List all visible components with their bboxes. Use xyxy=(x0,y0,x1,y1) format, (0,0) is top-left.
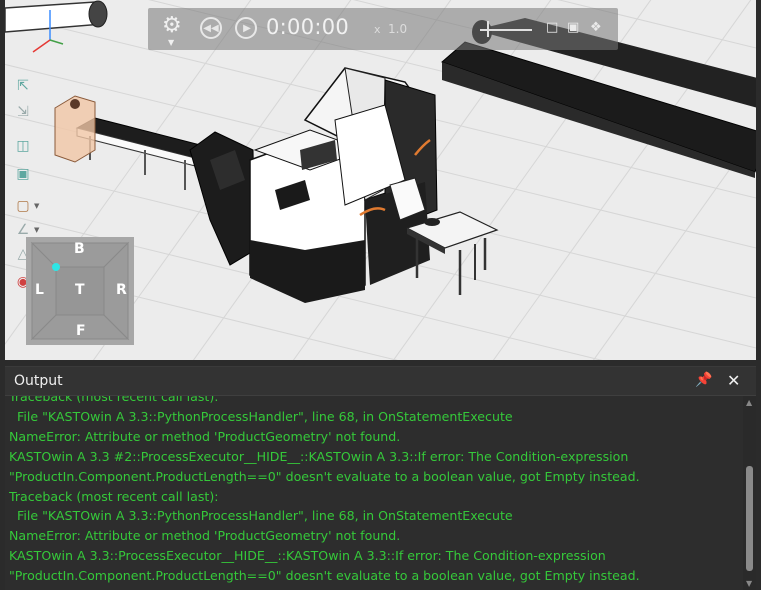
log-line: NameError: Attribute or method 'ProductG… xyxy=(9,528,401,544)
fit-selection-icon[interactable]: ⇲ xyxy=(12,102,34,122)
3d-viewport[interactable]: ⚙ ▼ ◀◀ ▶ 0:00:00 x 1.0 □ ▣ ❖ ⇱ ⇲ ◫ ▣ ▢ ▼ … xyxy=(5,0,756,360)
perspective-icon[interactable]: ▣ xyxy=(12,164,34,184)
log-line: KASTOwin A 3.3 #2::ProcessExecutor__HIDE… xyxy=(9,448,629,464)
view-cube-left[interactable]: L xyxy=(35,282,44,298)
speed-prefix: x xyxy=(374,23,381,36)
play-icon: ▶ xyxy=(243,22,251,34)
log-line: Traceback (most recent call last): xyxy=(9,396,219,404)
log-line: "ProductIn.Component.ProductLength==0" d… xyxy=(9,568,640,584)
scroll-up-icon[interactable]: ▲ xyxy=(746,398,752,407)
scroll-down-icon[interactable]: ▼ xyxy=(746,579,752,588)
render-mode-icon[interactable]: ▢ ▼ xyxy=(12,196,39,216)
scrollbar-thumb[interactable] xyxy=(746,466,753,571)
video-camera-icon[interactable]: ▣ xyxy=(567,20,579,35)
split-view-icon[interactable]: ◫ xyxy=(12,136,34,156)
output-log[interactable]: Traceback (most recent call last): File … xyxy=(9,396,739,590)
chevron-down-icon: ▼ xyxy=(34,202,40,210)
output-panel: Output 📌 ✕ Traceback (most recent call l… xyxy=(5,366,756,590)
chevron-down-icon: ▼ xyxy=(34,226,40,234)
rewind-button[interactable]: ◀◀ xyxy=(200,17,222,39)
simulation-time: 0:00:00 xyxy=(266,15,350,39)
view-cube[interactable]: B T F L R xyxy=(26,237,134,345)
play-button[interactable]: ▶ xyxy=(235,17,257,39)
network-icon[interactable]: ❖ xyxy=(590,20,602,35)
log-line: Traceback (most recent call last): xyxy=(9,488,219,504)
view-cube-top[interactable]: T xyxy=(75,282,85,298)
output-panel-header: Output 📌 ✕ xyxy=(5,367,756,396)
speed-slider-handle[interactable] xyxy=(487,21,489,37)
view-cube-right[interactable]: R xyxy=(116,282,127,298)
pdf-icon[interactable]: □ xyxy=(546,20,558,35)
pipe-top-left xyxy=(5,0,108,33)
speed-value[interactable]: 1.0 xyxy=(388,22,407,36)
close-icon[interactable]: ✕ xyxy=(727,371,740,390)
output-panel-title: Output xyxy=(14,373,63,389)
log-line: NameError: Attribute or method 'ProductG… xyxy=(9,428,401,444)
fit-all-icon[interactable]: ⇱ xyxy=(12,76,34,96)
log-line: File "KASTOwin A 3.3::PythonProcessHandl… xyxy=(9,408,513,424)
loading-station-box xyxy=(54,95,96,163)
chip-conveyor xyxy=(189,131,256,266)
log-line: File "KASTOwin A 3.3::PythonProcessHandl… xyxy=(9,508,513,524)
app-window: ⚙ ▼ ◀◀ ▶ 0:00:00 x 1.0 □ ▣ ❖ ⇱ ⇲ ◫ ▣ ▢ ▼ … xyxy=(0,0,761,590)
view-cube-front[interactable]: F xyxy=(76,323,86,339)
rewind-icon: ◀◀ xyxy=(203,22,219,34)
log-line: KASTOwin A 3.3::ProcessExecutor__HIDE__:… xyxy=(9,548,606,564)
output-log-lines: Traceback (most recent call last): File … xyxy=(9,396,640,586)
view-cube-back[interactable]: B xyxy=(74,241,85,257)
playback-toolbar: ⚙ ▼ ◀◀ ▶ 0:00:00 x 1.0 □ ▣ ❖ xyxy=(148,8,618,50)
output-scrollbar[interactable]: ▲ ▼ xyxy=(743,396,756,590)
log-line: "ProductIn.Component.ProductLength==0" d… xyxy=(9,468,640,484)
gear-icon[interactable]: ⚙ xyxy=(162,15,182,37)
pin-icon[interactable]: 📌 xyxy=(695,372,712,388)
chevron-down-icon[interactable]: ▼ xyxy=(168,38,174,47)
machine-body xyxy=(249,67,438,303)
